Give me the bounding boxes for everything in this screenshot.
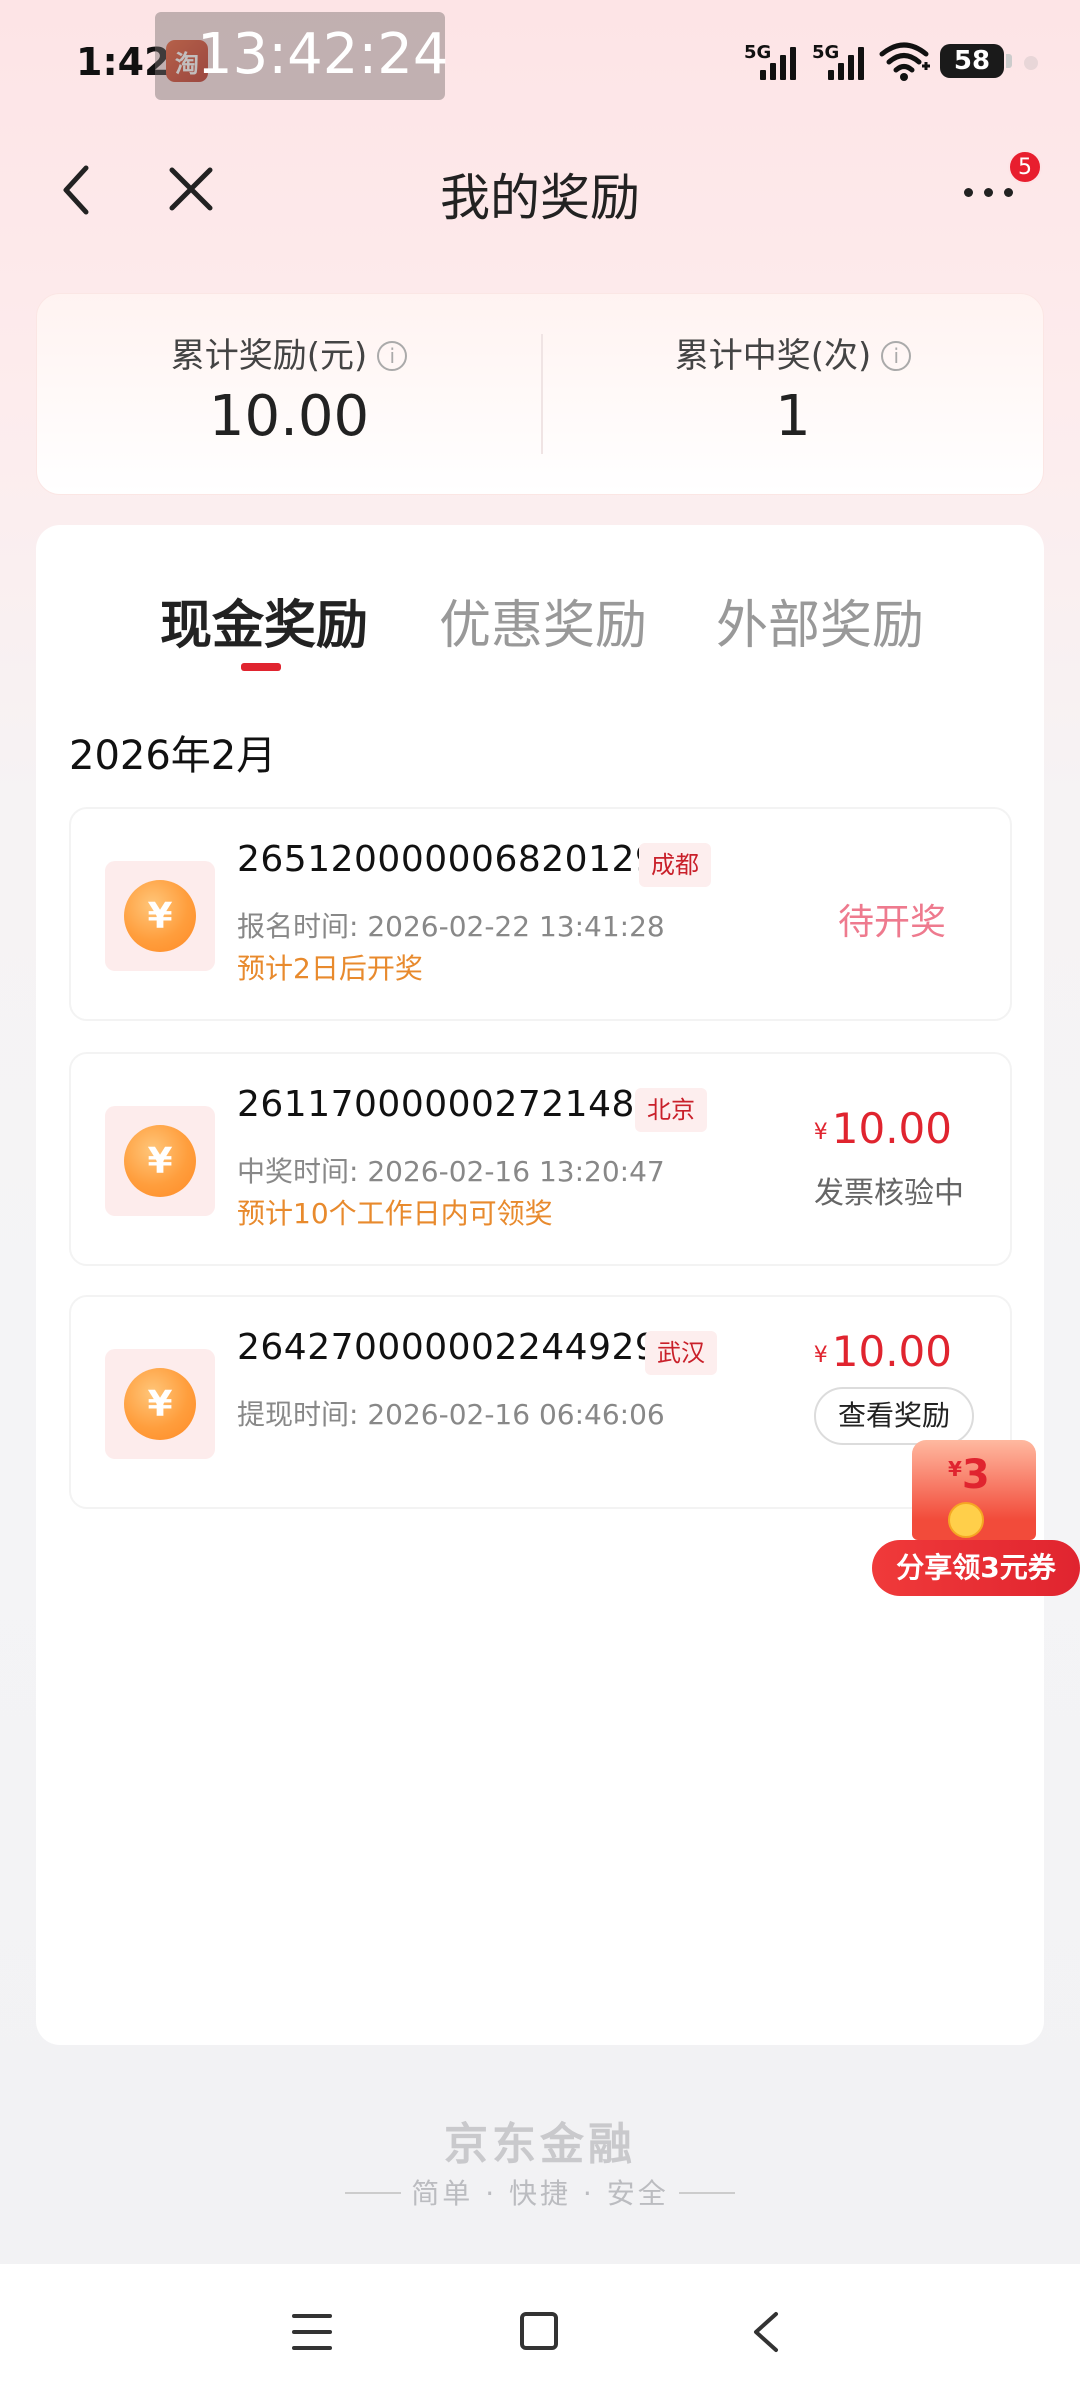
system-nav-bar bbox=[0, 2264, 1080, 2400]
battery-icon: 58 bbox=[940, 44, 1004, 78]
tab-external-rewards[interactable]: 外部奖励 bbox=[716, 583, 924, 658]
month-header: 2026年2月 bbox=[69, 733, 277, 779]
total-amount-label: 累计奖励(元) bbox=[170, 336, 368, 376]
share-coupon-label[interactable]: 分享领3元券 bbox=[872, 1540, 1080, 1596]
record-hint: 预计10个工作日内可领奖 bbox=[237, 1197, 553, 1230]
active-tab-indicator bbox=[241, 663, 281, 671]
reward-record[interactable]: ¥ 26512000000682012996 成都 报名时间: 2026-02-… bbox=[69, 807, 1012, 1021]
tab-cash-rewards[interactable]: 现金奖励 bbox=[160, 583, 368, 658]
page-title: 我的奖励 bbox=[440, 169, 640, 227]
status-dot bbox=[1024, 56, 1038, 70]
more-icon[interactable] bbox=[964, 182, 1024, 202]
coin-icon bbox=[948, 1502, 984, 1538]
record-id: 26512000000682012996 bbox=[237, 839, 706, 880]
rewards-panel: 现金奖励 优惠奖励 外部奖励 2026年2月 ¥ 265120000006820… bbox=[36, 525, 1044, 2045]
coin-icon: ¥ bbox=[105, 1106, 215, 1216]
summary-card: 累计奖励(元) i 10.00 累计中奖(次) i 1 bbox=[36, 293, 1044, 495]
record-hint: 预计2日后开奖 bbox=[237, 952, 423, 985]
record-time: 提现时间: 2026-02-16 06:46:06 bbox=[237, 1398, 665, 1431]
city-tag: 成都 bbox=[639, 843, 711, 887]
total-wins-label: 累计中奖(次) bbox=[674, 336, 872, 376]
coupon-value: ¥3 bbox=[948, 1452, 990, 1498]
wifi-icon bbox=[879, 42, 930, 81]
menu-icon[interactable] bbox=[292, 2314, 332, 2350]
battery-tip bbox=[1006, 54, 1012, 68]
status-bar: 1:42 淘 13:42:24 5G 5G 58 bbox=[0, 0, 1080, 120]
nav-bar: 我的奖励 5 bbox=[0, 130, 1080, 250]
home-icon[interactable] bbox=[520, 2312, 558, 2350]
overlay-clock: 13:42:24 bbox=[197, 22, 449, 87]
info-icon[interactable]: i bbox=[377, 341, 408, 371]
tab-coupon-rewards[interactable]: 优惠奖励 bbox=[439, 583, 647, 658]
coin-icon: ¥ bbox=[105, 1349, 215, 1459]
status-text: 待开奖 bbox=[837, 902, 946, 943]
total-wins-value: 1 bbox=[775, 384, 811, 449]
tab-bar: 现金奖励 优惠奖励 外部奖励 bbox=[36, 525, 1044, 685]
status-text: 发票核验中 bbox=[814, 1176, 964, 1211]
record-id: 26427000000224492953 bbox=[237, 1327, 706, 1368]
view-reward-button[interactable]: 查看奖励 bbox=[814, 1387, 974, 1445]
record-time: 报名时间: 2026-02-22 13:41:28 bbox=[237, 910, 665, 943]
system-back-icon[interactable] bbox=[746, 2308, 786, 2356]
reward-record[interactable]: ¥ 26117000000272148538 北京 中奖时间: 2026-02-… bbox=[69, 1052, 1012, 1266]
brand-slogan: 简单 · 快捷 · 安全 bbox=[0, 2172, 1080, 2212]
reward-amount: ¥10.00 bbox=[813, 1104, 952, 1153]
total-amount-section: 累计奖励(元) i 10.00 bbox=[37, 294, 541, 496]
city-tag: 武汉 bbox=[645, 1331, 717, 1375]
total-amount-value: 10.00 bbox=[208, 384, 370, 449]
city-tag: 北京 bbox=[635, 1088, 707, 1132]
reward-amount: ¥10.00 bbox=[813, 1327, 952, 1376]
record-time: 中奖时间: 2026-02-16 13:20:47 bbox=[237, 1155, 665, 1188]
reward-record[interactable]: ¥ 26427000000224492953 武汉 提现时间: 2026-02-… bbox=[69, 1295, 1012, 1509]
coin-icon: ¥ bbox=[105, 861, 215, 971]
info-icon[interactable]: i bbox=[881, 341, 912, 371]
brand-logo: 京东金融 bbox=[444, 2119, 636, 2170]
share-coupon-widget[interactable]: ¥3 分享领3元券 bbox=[872, 1440, 1080, 1600]
notification-badge: 5 bbox=[1008, 150, 1042, 184]
total-wins-section: 累计中奖(次) i 1 bbox=[541, 294, 1045, 496]
